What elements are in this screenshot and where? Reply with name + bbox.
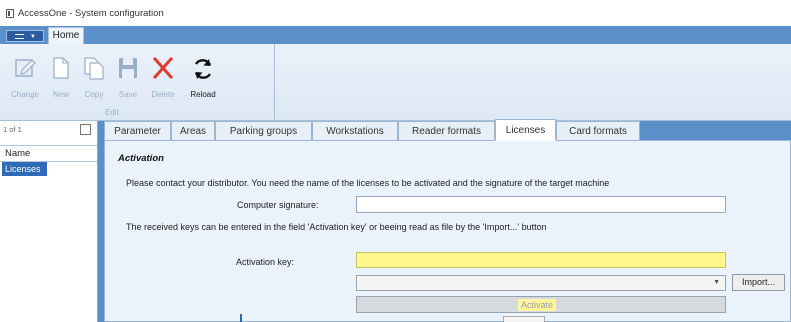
computer-signature-label: Computer signature: xyxy=(237,200,319,210)
tab-parameter[interactable]: Parameter xyxy=(104,121,171,141)
ribbon-tab-bar xyxy=(0,26,791,44)
save-icon xyxy=(119,58,137,78)
application-menu-button[interactable]: ▼ xyxy=(6,30,44,42)
tab-workstations[interactable]: Workstations xyxy=(312,121,398,141)
activation-instructions: Please contact your distributor. You nee… xyxy=(126,178,610,188)
new-button-label: New xyxy=(52,90,69,99)
key-entry-instructions: The received keys can be entered in the … xyxy=(126,222,547,232)
save-button-label: Save xyxy=(118,90,138,99)
reload-button[interactable]: Reload xyxy=(184,50,222,110)
chevron-down-icon: ▼ xyxy=(30,34,36,40)
delete-button-label: Delete xyxy=(151,90,175,99)
activate-button-label: Activate xyxy=(518,299,557,311)
tab-home[interactable]: Home xyxy=(48,27,84,44)
import-button[interactable]: Import... xyxy=(732,274,785,291)
license-dropdown[interactable]: ▼ xyxy=(356,275,726,291)
chevron-down-icon: ▼ xyxy=(713,279,720,286)
copy-button-label: Copy xyxy=(84,90,104,99)
change-button[interactable]: Change xyxy=(8,50,42,110)
copy-icon xyxy=(84,57,104,80)
new-button[interactable]: New xyxy=(46,50,76,110)
tab-parking-groups[interactable]: Parking groups xyxy=(215,121,312,141)
app-icon xyxy=(6,9,14,18)
record-counter: 1 of 1 xyxy=(3,125,22,134)
tab-areas[interactable]: Areas xyxy=(171,121,215,141)
partially-visible-button[interactable] xyxy=(503,316,545,322)
new-document-icon xyxy=(53,57,69,79)
title-bar: AccessOne - System configuration xyxy=(0,0,791,26)
activation-heading: Activation xyxy=(118,153,164,164)
reload-icon xyxy=(194,59,212,79)
copy-button[interactable]: Copy xyxy=(78,50,110,110)
computer-signature-field[interactable] xyxy=(356,196,726,213)
list-column-header[interactable]: Name xyxy=(0,145,97,162)
menu-icon xyxy=(15,34,24,39)
text-cursor-marker xyxy=(240,314,242,322)
ribbon-panel: Change New Copy Save Delete Reload Edit xyxy=(0,44,791,121)
activation-key-field[interactable] xyxy=(356,252,726,268)
ribbon-group-label: Edit xyxy=(105,108,119,117)
activation-key-label: Activation key: xyxy=(236,257,295,267)
delete-button[interactable]: Delete xyxy=(146,50,180,110)
ribbon-group-edit: Change New Copy Save Delete Reload Edit xyxy=(0,44,275,120)
tab-card-formats[interactable]: Card formats xyxy=(556,121,640,141)
select-all-checkbox[interactable] xyxy=(80,124,91,135)
tab-reader-formats[interactable]: Reader formats xyxy=(398,121,495,141)
save-button[interactable]: Save xyxy=(112,50,144,110)
tab-licenses[interactable]: Licenses xyxy=(495,119,556,141)
window-title: AccessOne - System configuration xyxy=(18,8,164,19)
activate-button[interactable]: Activate xyxy=(356,296,726,313)
list-item-selected[interactable]: Licenses xyxy=(2,162,47,176)
edit-icon xyxy=(15,59,36,77)
change-button-label: Change xyxy=(10,90,40,99)
reload-button-label: Reload xyxy=(190,90,216,99)
delete-icon xyxy=(152,56,174,80)
